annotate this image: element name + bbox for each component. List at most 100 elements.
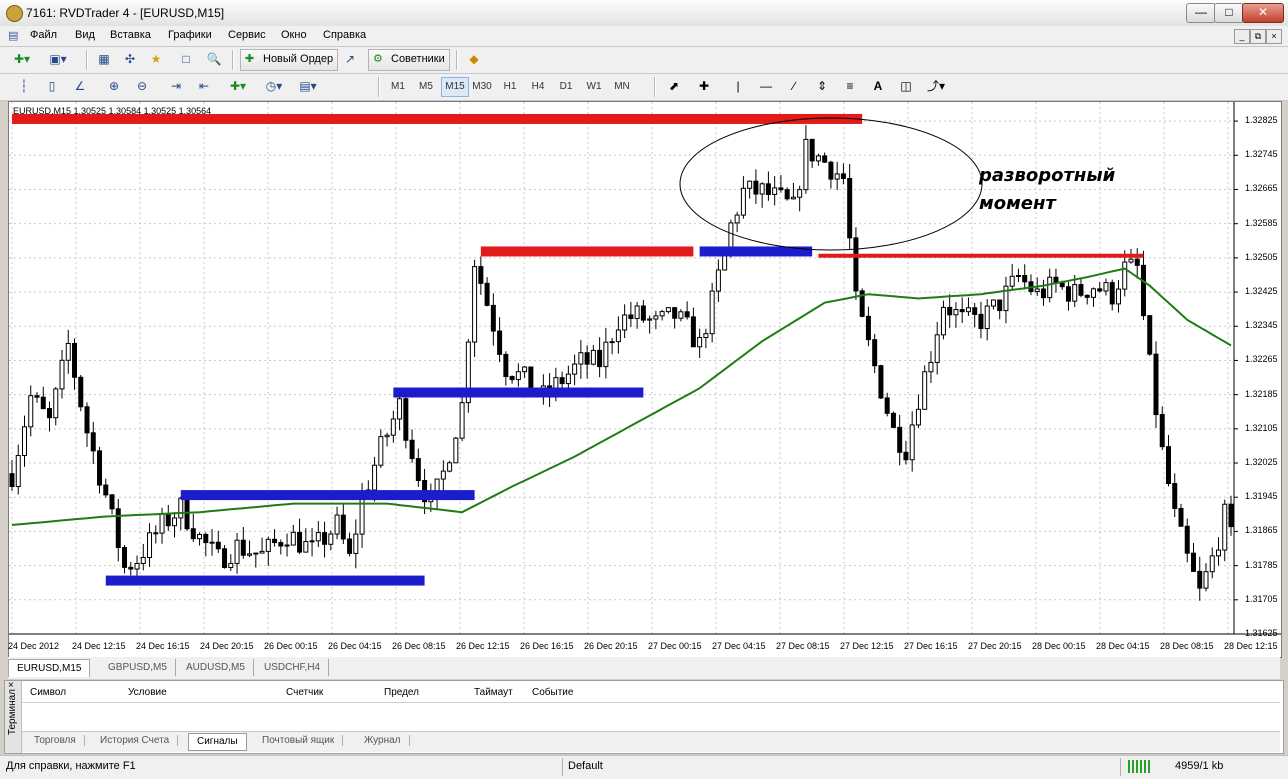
terminal-panel: × Терминал Символ Условие Счетчик Предел… (4, 680, 1284, 754)
timeframe-mn[interactable]: MN (609, 78, 635, 96)
favorites-star-icon[interactable]: ★ (146, 50, 166, 70)
mdi-minimize-button[interactable]: _ (1234, 29, 1250, 44)
horizontal-line-icon[interactable]: — (756, 77, 776, 97)
candle-body (515, 371, 521, 381)
minimize-button[interactable]: — (1186, 3, 1216, 23)
terminal-window-icon[interactable]: □ (176, 50, 196, 70)
resistance-zone (818, 253, 1144, 258)
chart-ohlc-info: EURUSD,M15 1.30525 1.30584 1.30525 1.305… (13, 106, 212, 116)
chart-shift-icon[interactable]: ⇤ (194, 77, 214, 97)
chart-tab-gbpusd-m5[interactable]: GBPUSD,M5 (100, 659, 176, 676)
candle-body (778, 187, 784, 191)
candle-body (822, 155, 828, 163)
menu-view[interactable]: Вид (75, 29, 95, 41)
menu-window[interactable]: Окно (281, 29, 307, 41)
chart-tab-eurusd-m15[interactable]: EURUSD,M15 (8, 659, 91, 677)
timeframe-h1[interactable]: H1 (497, 78, 523, 96)
column-timeout[interactable]: Таймаут (474, 687, 513, 698)
menu-insert[interactable]: Вставка (110, 29, 151, 41)
candle-body (884, 397, 890, 414)
zoom-out-icon[interactable]: ⊖ (132, 77, 152, 97)
arrows-icon[interactable]: ⤴▾ (926, 77, 946, 97)
column-limit[interactable]: Предел (384, 687, 419, 698)
candlestick-icon[interactable]: ▯ (42, 77, 62, 97)
tab-journal[interactable]: Журнал (356, 735, 410, 746)
tab-signals[interactable]: Сигналы (188, 733, 247, 751)
channel-icon[interactable]: ⇕ (812, 77, 832, 97)
candle-body (309, 540, 315, 543)
trendline-icon[interactable]: ∕ (784, 77, 804, 97)
candle-body (528, 366, 534, 391)
templates-icon[interactable]: ▤▾ (298, 77, 318, 97)
candle-body (803, 138, 809, 191)
vertical-line-icon[interactable]: | (728, 77, 748, 97)
maximize-button[interactable]: □ (1214, 3, 1244, 23)
text-label-icon[interactable]: ◫ (896, 77, 916, 97)
column-symbol[interactable]: Символ (30, 687, 66, 698)
time-tick-label: 26 Dec 04:15 (328, 641, 382, 651)
candle-body (134, 562, 140, 570)
menu-help[interactable]: Справка (323, 29, 366, 41)
candle-body (328, 533, 334, 545)
candle-body (897, 426, 903, 453)
candle-body (1015, 275, 1021, 278)
candle-body (578, 352, 584, 365)
timeframe-m15[interactable]: M15 (441, 77, 469, 97)
fibonacci-icon[interactable]: ≡ (840, 77, 860, 97)
timeframe-m30[interactable]: M30 (469, 78, 495, 96)
expert-advisors-button[interactable]: ⚙ Советники (368, 49, 450, 71)
column-condition[interactable]: Условие (128, 687, 167, 698)
new-chart-icon[interactable]: ✚▾ (12, 50, 32, 70)
candle-body (684, 311, 690, 318)
candle-body (159, 513, 165, 534)
close-button[interactable]: ✕ (1242, 3, 1284, 23)
line-chart-icon[interactable]: ∠ (70, 77, 90, 97)
menu-file[interactable]: Файл (30, 29, 57, 41)
alert-diamond-icon[interactable]: ◆ (464, 50, 484, 70)
timeframe-d1[interactable]: D1 (553, 78, 579, 96)
chart-tab-usdchf-h4[interactable]: USDCHF,H4 (256, 659, 330, 676)
zoom-in-icon[interactable]: ⊕ (104, 77, 124, 97)
text-icon[interactable]: A (868, 77, 888, 97)
tab-mailbox[interactable]: Почтовый ящик (254, 735, 344, 746)
time-tick-label: 24 Dec 16:15 (136, 641, 190, 651)
cursor-arrow-icon[interactable]: ⬈ (664, 77, 684, 97)
menu-tools[interactable]: Сервис (228, 29, 266, 41)
crosshair-icon[interactable]: ✚ (694, 77, 714, 97)
timeframe-h4[interactable]: H4 (525, 78, 551, 96)
menu-charts[interactable]: Графики (168, 29, 212, 41)
column-counter[interactable]: Счетчик (286, 687, 323, 698)
tester-icon[interactable]: 🔍 (204, 50, 224, 70)
new-order-button[interactable]: ✚ Новый Ордер (240, 49, 339, 71)
market-watch-icon[interactable]: ▦ (94, 50, 114, 70)
timeframe-m5[interactable]: M5 (413, 78, 439, 96)
candle-body (947, 306, 953, 316)
profiles-icon[interactable]: ▣▾ (48, 50, 68, 70)
indicators-icon[interactable]: ✚▾ (228, 77, 248, 97)
tab-account-history[interactable]: История Счета (92, 735, 179, 746)
periods-clock-icon[interactable]: ◷▾ (264, 77, 284, 97)
timeframe-w1[interactable]: W1 (581, 78, 607, 96)
candle-body (1209, 555, 1215, 573)
metaeditor-icon[interactable]: ↗ (340, 50, 360, 70)
candle-body (222, 548, 228, 568)
mdi-restore-button[interactable]: ⧉ (1250, 29, 1266, 44)
candle-body (672, 307, 678, 319)
column-event[interactable]: Событие (532, 687, 573, 698)
chart-tab-audusd-m5[interactable]: AUDUSD,M5 (178, 659, 254, 676)
navigator-icon[interactable]: ✣ (120, 50, 140, 70)
time-tick-label: 24 Dec 12:15 (72, 641, 126, 651)
candle-body (59, 359, 65, 390)
candle-body (472, 266, 478, 343)
mdi-close-button[interactable]: × (1266, 29, 1282, 44)
auto-scroll-icon[interactable]: ⇥ (166, 77, 186, 97)
timeframe-m1[interactable]: M1 (385, 78, 411, 96)
new-order-label: Новый Ордер (263, 53, 334, 65)
experts-icon: ⚙ (373, 53, 383, 65)
candle-body (815, 155, 821, 162)
bar-chart-icon[interactable]: ┆ (14, 77, 34, 97)
price-chart[interactable]: EURUSD,M15 1.30525 1.30584 1.30525 1.305… (8, 101, 1282, 658)
tab-trade[interactable]: Торговля (26, 735, 85, 746)
toolbar-separator (456, 50, 458, 70)
time-tick-label: 26 Dec 00:15 (264, 641, 318, 651)
